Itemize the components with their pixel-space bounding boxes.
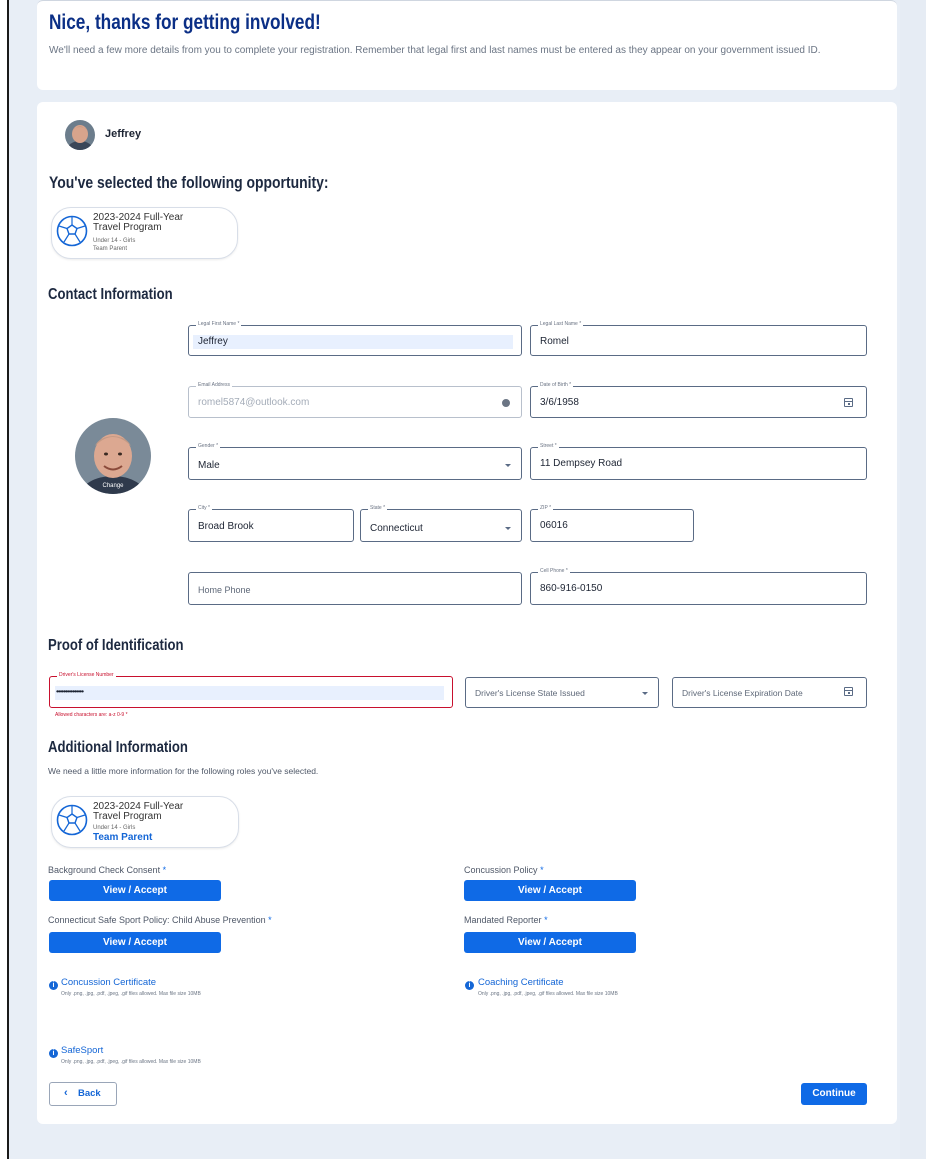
last-name-value: Romel	[540, 336, 569, 347]
soccer-ball-icon	[56, 215, 88, 247]
upload-note: Only .png, .jpg, .pdf, .jpeg, .gif files…	[61, 991, 201, 997]
concussion-certificate-upload-link[interactable]: Concussion Certificate	[61, 977, 156, 988]
role-name: Team Parent	[93, 832, 153, 843]
additional-subtitle: We need a little more information for th…	[48, 766, 319, 776]
safe-sport-policy-view-accept-button[interactable]: View / Accept	[49, 932, 221, 953]
role-program: 2023-2024 Full-Year Travel Program	[93, 801, 184, 822]
state-label: State *	[368, 505, 388, 511]
role-card: 2023-2024 Full-Year Travel Program Under…	[51, 796, 239, 848]
continue-button[interactable]: Continue	[801, 1083, 867, 1105]
opportunity-division: Under 14 - Girls	[93, 238, 136, 244]
header-card: Nice, thanks for getting involved! We'll…	[37, 0, 897, 90]
selected-opportunity-card: 2023-2024 Full-Year Travel Program Under…	[51, 207, 238, 259]
email-value: romel5874@outlook.com	[198, 397, 310, 408]
chevron-down-icon	[642, 692, 648, 695]
identification-heading: Proof of Identification	[48, 637, 184, 654]
state-select[interactable]: State * Connecticut	[360, 505, 522, 542]
info-icon: i	[49, 981, 58, 990]
home-phone-field[interactable]: Home Phone	[188, 572, 522, 605]
selection-heading: You've selected the following opportunit…	[49, 173, 329, 192]
city-field[interactable]: City * Broad Brook	[188, 505, 354, 542]
email-label: Email Address	[196, 382, 232, 388]
first-name-label: Legal First Name *	[196, 321, 242, 327]
autofill-highlight	[55, 686, 444, 700]
zip-label: ZIP *	[538, 505, 554, 511]
city-label: City *	[196, 505, 212, 511]
cell-phone-value: 860-916-0150	[540, 583, 603, 594]
email-field: Email Address romel5874@outlook.com	[188, 382, 522, 418]
requirement-label: Background Check Consent *	[48, 865, 167, 875]
soccer-ball-icon	[56, 804, 88, 836]
dob-value: 3/6/1958	[540, 397, 579, 408]
change-photo-label[interactable]: Change	[75, 483, 151, 489]
date-of-birth-field[interactable]: Date of Birth * 3/6/1958	[530, 382, 867, 418]
safesport-upload-link[interactable]: SafeSport	[61, 1045, 103, 1056]
gender-select[interactable]: Gender * Male	[188, 443, 522, 480]
info-icon	[502, 399, 510, 407]
page-subtitle: We'll need a few more details from you t…	[49, 45, 821, 56]
left-edge-rail	[0, 0, 9, 1159]
first-name-field[interactable]: Legal First Name * Jeffrey	[188, 321, 522, 356]
concussion-policy-view-accept-button[interactable]: View / Accept	[464, 880, 636, 901]
license-expiration-placeholder: Driver's License Expiration Date	[682, 688, 803, 698]
info-icon: i	[49, 1049, 58, 1058]
mandated-reporter-view-accept-button[interactable]: View / Accept	[464, 932, 636, 953]
chevron-down-icon	[505, 464, 511, 467]
chevron-down-icon	[505, 527, 511, 530]
profile-photo[interactable]: Change	[75, 418, 151, 494]
street-field[interactable]: Street * 11 Dempsey Road	[530, 443, 867, 480]
street-value: 11 Dempsey Road	[540, 458, 623, 469]
state-value: Connecticut	[370, 523, 423, 534]
additional-heading: Additional Information	[48, 739, 188, 756]
dob-label: Date of Birth *	[538, 382, 574, 388]
calendar-icon[interactable]	[844, 687, 853, 696]
chevron-left-icon: ‹	[64, 1087, 68, 1099]
gender-label: Gender *	[196, 443, 221, 449]
zip-field[interactable]: ZIP * 06016	[530, 505, 694, 542]
background-check-view-accept-button[interactable]: View / Accept	[49, 880, 221, 901]
license-number-value: •••••••••••••••	[56, 687, 84, 696]
registration-form-card: Jeffrey You've selected the following op…	[37, 102, 897, 1124]
city-value: Broad Brook	[198, 521, 254, 532]
license-number-error: Allowed characters are: a-z 0-9 *	[55, 712, 128, 718]
right-edge-rail	[900, 0, 926, 1159]
coaching-certificate-upload-link[interactable]: Coaching Certificate	[478, 977, 564, 988]
user-avatar	[65, 120, 95, 150]
requirement-label: Connecticut Safe Sport Policy: Child Abu…	[48, 915, 272, 925]
gender-value: Male	[198, 460, 220, 471]
contact-heading: Contact Information	[48, 286, 173, 303]
license-number-label: Driver's License Number	[57, 672, 116, 678]
autofill-highlight	[193, 335, 513, 349]
license-expiration-field[interactable]: Driver's License Expiration Date	[672, 677, 867, 708]
last-name-label: Legal Last Name *	[538, 321, 584, 327]
back-label: Back	[78, 1088, 101, 1099]
street-label: Street *	[538, 443, 559, 449]
page-title: Nice, thanks for getting involved!	[49, 11, 321, 34]
user-name: Jeffrey	[105, 128, 142, 140]
license-state-placeholder: Driver's License State Issued	[475, 688, 585, 698]
license-state-select[interactable]: Driver's License State Issued	[465, 677, 659, 708]
requirement-label: Concussion Policy *	[464, 865, 544, 875]
calendar-icon[interactable]	[844, 398, 853, 407]
cell-phone-field[interactable]: Cell Phone * 860-916-0150	[530, 568, 867, 605]
cell-phone-label: Cell Phone *	[538, 568, 570, 574]
last-name-field[interactable]: Legal Last Name * Romel	[530, 321, 867, 356]
upload-note: Only .png, .jpg, .pdf, .jpeg, .gif files…	[478, 991, 618, 997]
opportunity-program: 2023-2024 Full-Year Travel Program	[93, 212, 184, 233]
role-division: Under 14 - Girls	[93, 825, 136, 831]
back-button[interactable]: ‹ Back	[49, 1082, 117, 1106]
opportunity-role: Team Parent	[93, 246, 128, 252]
zip-value: 06016	[540, 520, 568, 531]
home-phone-placeholder: Home Phone	[198, 585, 251, 595]
first-name-value: Jeffrey	[198, 336, 228, 347]
info-icon: i	[465, 981, 474, 990]
requirement-label: Mandated Reporter *	[464, 915, 548, 925]
upload-note: Only .png, .jpg, .pdf, .jpeg, .gif files…	[61, 1059, 201, 1065]
drivers-license-number-field[interactable]: Driver's License Number •••••••••••••••	[49, 672, 453, 708]
